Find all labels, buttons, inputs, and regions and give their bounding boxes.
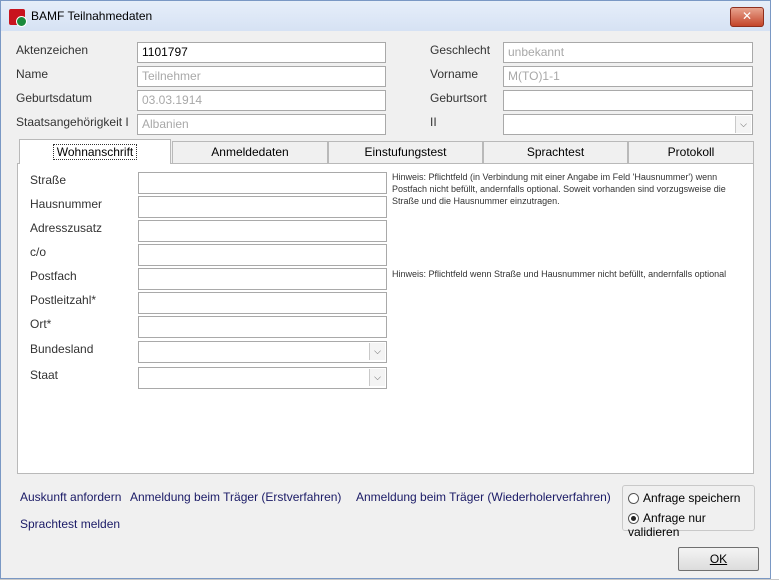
window-title: BAMF Teilnahmedaten [31, 9, 153, 23]
ort-label: Ort* [30, 317, 52, 331]
ort-field[interactable] [138, 316, 387, 338]
app-logo-icon [9, 9, 27, 27]
aktenzeichen-field[interactable]: 1101797 [137, 42, 386, 63]
geschlecht-label: Geschlecht [430, 43, 491, 57]
radio-anfrage-validieren-label: Anfrage nur validieren [628, 511, 706, 539]
radio-unchecked-icon [628, 493, 639, 504]
auskunft-anfordern-link[interactable]: Auskunft anfordern [20, 490, 121, 504]
staatsangehoerigkeit-field[interactable]: Albanien [137, 114, 386, 135]
co-field[interactable] [138, 244, 387, 266]
radio-anfrage-validieren[interactable]: Anfrage nur validieren [628, 511, 754, 539]
strasse-hint-line: Postfach nicht befüllt, andernfalls opti… [392, 184, 726, 194]
adresszusatz-label: Adresszusatz [30, 221, 103, 235]
aktenzeichen-label: Aktenzeichen [16, 43, 89, 57]
hausnummer-label: Hausnummer [30, 197, 103, 211]
staatsangehoerigkeit2-select[interactable]: ⌵ [503, 114, 753, 135]
staatsangehoerigkeit-label: Staatsangehörigkeit I [16, 115, 129, 129]
adresszusatz-field[interactable] [138, 220, 387, 242]
chevron-down-icon[interactable]: ⌵ [369, 343, 385, 360]
ok-button[interactable]: OK [678, 547, 759, 571]
geschlecht-field[interactable]: unbekannt [503, 42, 753, 63]
strasse-hint: Hinweis: Pflichtfeld (in Verbindung mit … [392, 171, 726, 207]
postfach-label: Postfach [30, 269, 77, 283]
postleitzahl-field[interactable] [138, 292, 387, 314]
hausnummer-field[interactable] [138, 196, 387, 218]
radio-checked-icon [628, 513, 639, 524]
name-field[interactable]: Teilnehmer [137, 66, 386, 87]
chevron-down-icon[interactable]: ⌵ [735, 116, 751, 133]
chevron-down-icon[interactable]: ⌵ [369, 369, 385, 386]
tab-anmeldedaten[interactable]: Anmeldedaten [172, 141, 328, 163]
ok-button-label: OK [709, 552, 728, 566]
geburtsort-field[interactable] [503, 90, 753, 111]
bundesland-label: Bundesland [30, 342, 94, 356]
staat-select[interactable]: ⌵ [138, 367, 387, 389]
strasse-label: Straße [30, 173, 67, 187]
vorname-label: Vorname [430, 67, 479, 81]
geburtsort-label: Geburtsort [430, 91, 487, 105]
tab-protokoll[interactable]: Protokoll [628, 141, 754, 163]
strasse-hint-line: Straße und die Hausnummer einzutragen. [392, 196, 560, 206]
dialog-window: BAMF Teilnahmedaten ✕ Aktenzeichen 11017… [0, 0, 771, 579]
vorname-field[interactable]: M(TO)1-1 [503, 66, 753, 87]
tab-einstufungstest[interactable]: Einstufungstest [328, 141, 483, 163]
staat-label: Staat [30, 368, 59, 382]
geburtsdatum-label: Geburtsdatum [16, 91, 93, 105]
tab-sprachtest[interactable]: Sprachtest [483, 141, 628, 163]
tab-wohnanschrift-label: Wohnanschrift [52, 144, 138, 160]
strasse-field[interactable] [138, 172, 387, 194]
staatsangehoerigkeit2-label: II [430, 115, 437, 129]
anmeldung-wiederholerverfahren-link[interactable]: Anmeldung beim Träger (Wiederholerverfah… [356, 490, 611, 504]
postfach-field[interactable] [138, 268, 387, 290]
name-label: Name [16, 67, 49, 81]
geburtsdatum-field[interactable]: 03.03.1914 [137, 90, 386, 111]
background-edge [771, 0, 779, 587]
co-label: c/o [30, 245, 47, 259]
close-button[interactable]: ✕ [730, 7, 764, 27]
anfrage-mode-group: Anfrage speichern Anfrage nur validieren [622, 485, 755, 539]
strasse-hint-line: Hinweis: Pflichtfeld (in Verbindung mit … [392, 172, 718, 182]
anmeldung-erstverfahren-link[interactable]: Anmeldung beim Träger (Erstverfahren) [130, 490, 341, 504]
postfach-hint: Hinweis: Pflichtfeld wenn Straße und Hau… [392, 269, 727, 279]
radio-anfrage-speichern-label: Anfrage speichern [643, 491, 741, 505]
postleitzahl-label: Postleitzahl* [30, 293, 97, 307]
tab-wohnanschrift[interactable]: Wohnanschrift [19, 139, 171, 164]
bundesland-select[interactable]: ⌵ [138, 341, 387, 363]
sprachtest-melden-link[interactable]: Sprachtest melden [20, 517, 120, 531]
radio-anfrage-speichern[interactable]: Anfrage speichern [628, 491, 740, 505]
title-bar[interactable]: BAMF Teilnahmedaten ✕ [1, 1, 770, 31]
